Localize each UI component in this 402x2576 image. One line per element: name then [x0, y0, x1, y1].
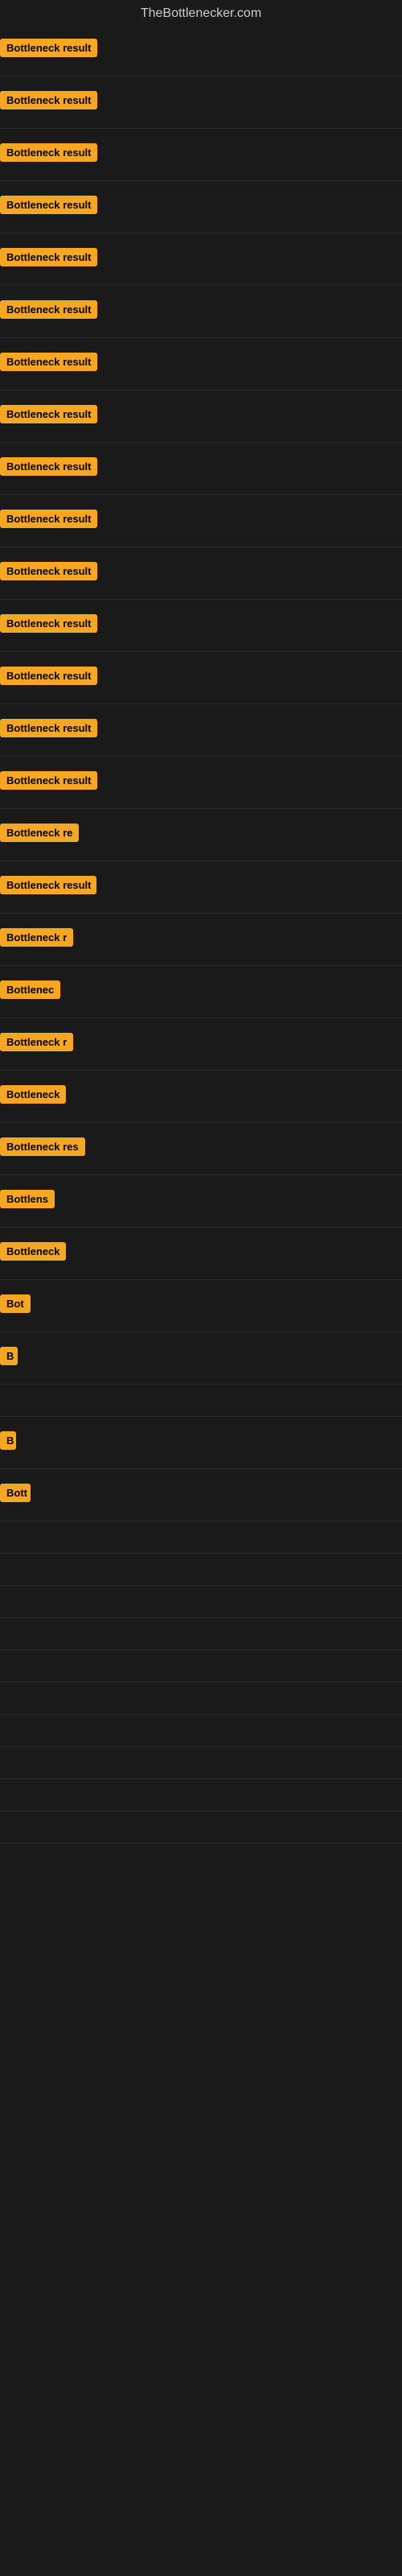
bottleneck-badge-6[interactable]: Bottleneck result — [0, 300, 97, 319]
bottleneck-row-5: Bottleneck result — [0, 233, 402, 286]
empty-row-5 — [0, 1682, 402, 1715]
empty-row-4 — [0, 1650, 402, 1682]
bottleneck-badge-11[interactable]: Bottleneck result — [0, 562, 97, 580]
bottleneck-row-2: Bottleneck result — [0, 76, 402, 129]
bottleneck-row-16: Bottleneck re — [0, 809, 402, 861]
bottleneck-row-25: Bot — [0, 1280, 402, 1332]
bottleneck-badge-8[interactable]: Bottleneck result — [0, 405, 97, 423]
bottleneck-badge-1[interactable]: Bottleneck result — [0, 39, 97, 57]
bottleneck-badge-12[interactable]: Bottleneck result — [0, 614, 97, 633]
empty-row-2 — [0, 1586, 402, 1618]
bottleneck-badge-25[interactable]: Bot — [0, 1294, 31, 1313]
bottleneck-badge-14[interactable]: Bottleneck result — [0, 719, 97, 737]
empty-row-3 — [0, 1618, 402, 1650]
bottleneck-row-7: Bottleneck result — [0, 338, 402, 390]
bottleneck-badge-29[interactable]: Bott — [0, 1484, 31, 1502]
empty-row-9 — [0, 1811, 402, 1843]
bottleneck-row-27 — [0, 1385, 402, 1417]
bottleneck-badge-7[interactable]: Bottleneck result — [0, 353, 97, 371]
bottleneck-row-10: Bottleneck result — [0, 495, 402, 547]
bottleneck-badge-28[interactable]: B — [0, 1431, 16, 1450]
bottleneck-row-9: Bottleneck result — [0, 443, 402, 495]
bottleneck-row-26: B — [0, 1332, 402, 1385]
bottleneck-row-13: Bottleneck result — [0, 652, 402, 704]
site-title-wrapper: TheBottlenecker.com — [0, 0, 402, 24]
bottleneck-badge-24[interactable]: Bottleneck — [0, 1242, 66, 1261]
bottleneck-row-18: Bottleneck r — [0, 914, 402, 966]
bottleneck-row-17: Bottleneck result — [0, 861, 402, 914]
bottleneck-row-6: Bottleneck result — [0, 286, 402, 338]
bottleneck-row-15: Bottleneck result — [0, 757, 402, 809]
empty-row-0 — [0, 1521, 402, 1554]
empty-row-1 — [0, 1554, 402, 1586]
bottleneck-badge-16[interactable]: Bottleneck re — [0, 824, 79, 842]
bottleneck-badge-9[interactable]: Bottleneck result — [0, 457, 97, 476]
bottleneck-badge-4[interactable]: Bottleneck result — [0, 196, 97, 214]
empty-row-7 — [0, 1747, 402, 1779]
bottleneck-badge-2[interactable]: Bottleneck result — [0, 91, 97, 109]
bottleneck-badge-17[interactable]: Bottleneck result — [0, 876, 96, 894]
site-title: TheBottlenecker.com — [0, 0, 402, 24]
bottleneck-row-21: Bottleneck — [0, 1071, 402, 1123]
bottleneck-row-24: Bottleneck — [0, 1228, 402, 1280]
bottleneck-row-3: Bottleneck result — [0, 129, 402, 181]
empty-row-6 — [0, 1715, 402, 1747]
bottleneck-badge-20[interactable]: Bottleneck r — [0, 1033, 73, 1051]
bottleneck-badge-3[interactable]: Bottleneck result — [0, 143, 97, 162]
bottleneck-row-20: Bottleneck r — [0, 1018, 402, 1071]
bottleneck-badge-15[interactable]: Bottleneck result — [0, 771, 97, 790]
bottleneck-badge-23[interactable]: Bottlens — [0, 1190, 55, 1208]
empty-row-8 — [0, 1779, 402, 1811]
bottleneck-row-4: Bottleneck result — [0, 181, 402, 233]
bottleneck-row-22: Bottleneck res — [0, 1123, 402, 1175]
items-container: Bottleneck result Bottleneck result Bottle… — [0, 24, 402, 1843]
bottleneck-badge-21[interactable]: Bottleneck — [0, 1085, 66, 1104]
bottleneck-row-19: Bottlenec — [0, 966, 402, 1018]
bottleneck-row-29: Bott — [0, 1469, 402, 1521]
bottleneck-row-1: Bottleneck result — [0, 24, 402, 76]
bottleneck-row-14: Bottleneck result — [0, 704, 402, 757]
bottleneck-row-23: Bottlens — [0, 1175, 402, 1228]
bottleneck-badge-22[interactable]: Bottleneck res — [0, 1137, 85, 1156]
bottleneck-row-28: B — [0, 1417, 402, 1469]
bottleneck-row-11: Bottleneck result — [0, 547, 402, 600]
bottleneck-badge-10[interactable]: Bottleneck result — [0, 510, 97, 528]
bottleneck-badge-13[interactable]: Bottleneck result — [0, 667, 97, 685]
bottleneck-badge-26[interactable]: B — [0, 1347, 18, 1365]
bottleneck-badge-18[interactable]: Bottleneck r — [0, 928, 73, 947]
bottleneck-badge-19[interactable]: Bottlenec — [0, 980, 60, 999]
bottleneck-row-8: Bottleneck result — [0, 390, 402, 443]
bottleneck-badge-5[interactable]: Bottleneck result — [0, 248, 97, 266]
bottleneck-row-12: Bottleneck result — [0, 600, 402, 652]
